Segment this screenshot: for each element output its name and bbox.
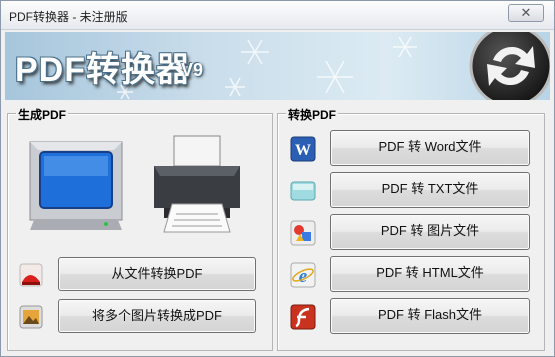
flash-icon <box>290 304 316 330</box>
convert-pdf-group-label: 转换PDF <box>286 106 339 123</box>
printer-icon <box>154 135 240 233</box>
convert-pdf-group: 转换PDF W PDF 转 Word文件 PDF 转 TXT文件 PDF 转 图… <box>277 106 545 351</box>
banner-title: PDF转换器 <box>15 51 191 89</box>
app-window: PDF转换器 - 未注册版 ✕ PDF转换器 V9 生成PDF 从文件转换PDF… <box>0 0 555 357</box>
convert-file-to-pdf-button[interactable]: 从文件转换PDF <box>58 257 256 291</box>
pdf-to-html-button[interactable]: PDF 转 HTML文件 <box>330 256 530 292</box>
svg-text:W: W <box>295 142 311 159</box>
image-file-icon <box>19 305 43 329</box>
refresh-logo-icon <box>469 32 550 100</box>
pdf-to-txt-button[interactable]: PDF 转 TXT文件 <box>330 172 530 208</box>
images-to-pdf-button[interactable]: 将多个图片转换成PDF <box>58 299 256 333</box>
pdf-to-flash-button[interactable]: PDF 转 Flash文件 <box>330 298 530 334</box>
word-icon: W <box>290 136 316 162</box>
title-bar[interactable]: PDF转换器 - 未注册版 ✕ <box>1 1 554 30</box>
pdf-file-icon <box>19 263 43 287</box>
pdf-to-word-button[interactable]: PDF 转 Word文件 <box>330 130 530 166</box>
txt-icon <box>290 181 316 201</box>
generate-pdf-group: 生成PDF 从文件转换PDF 将多个图片转换成PDF <box>7 106 273 351</box>
image-icon <box>290 220 316 246</box>
pdf-to-image-button[interactable]: PDF 转 图片文件 <box>330 214 530 250</box>
generate-pdf-group-label: 生成PDF <box>16 106 69 123</box>
banner: PDF转换器 V9 <box>5 32 550 100</box>
banner-version: V9 <box>181 60 204 80</box>
computer-monitor-icon <box>29 141 123 230</box>
html-icon: e <box>290 262 316 288</box>
window-title: PDF转换器 - 未注册版 <box>9 10 128 24</box>
close-button[interactable]: ✕ <box>508 4 544 22</box>
